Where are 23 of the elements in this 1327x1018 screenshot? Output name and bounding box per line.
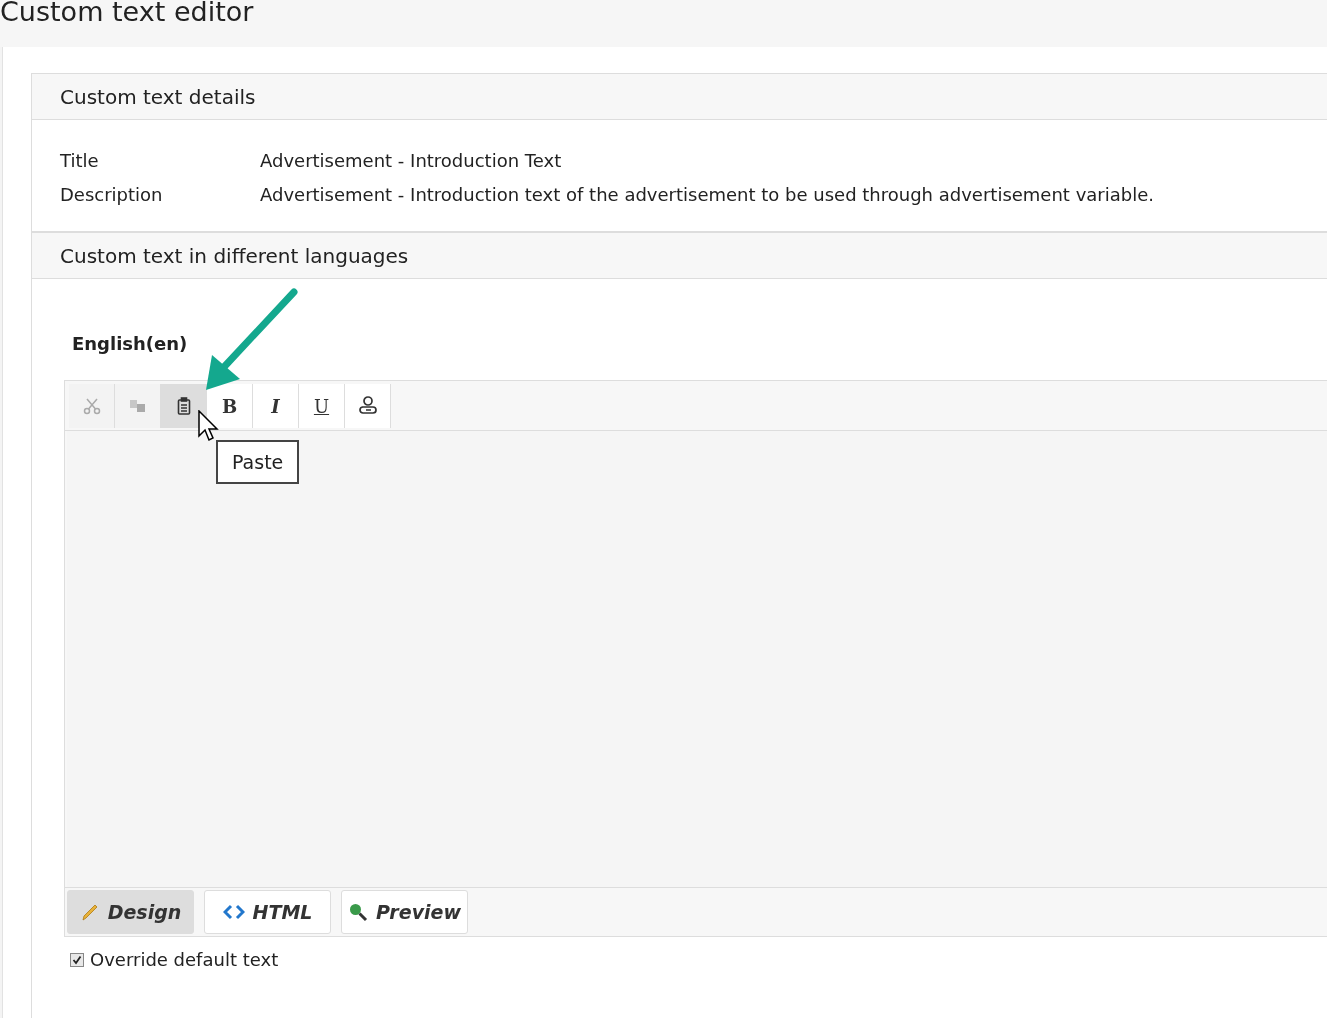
- italic-button[interactable]: I: [253, 384, 299, 428]
- section-heading: Custom text in different languages: [32, 233, 1327, 279]
- spell-button[interactable]: [345, 384, 391, 428]
- checkbox-label: Override default text: [90, 949, 279, 970]
- override-checkbox[interactable]: [70, 952, 84, 967]
- field-label: Title: [60, 150, 100, 171]
- underline-button[interactable]: U: [299, 384, 345, 428]
- magnifier-icon: [348, 902, 369, 922]
- scissors-icon: [81, 396, 102, 416]
- page-title: Custom text editor: [0, 0, 255, 27]
- tooltip: Paste: [216, 440, 300, 484]
- field-label: Description: [60, 184, 164, 205]
- preview-tab[interactable]: Preview: [341, 890, 468, 934]
- mouse-pointer-icon: [198, 410, 222, 444]
- field-value: Advertisement - Introduction text of the advertisement to be used through advertisement variable.: [260, 184, 1154, 205]
- language-label: English(en): [72, 333, 189, 354]
- design-tab[interactable]: Design: [67, 890, 194, 934]
- code-brackets-icon: [222, 904, 245, 920]
- field-value: Advertisement - Introduction Text: [260, 150, 562, 171]
- paste-button[interactable]: [161, 384, 207, 428]
- html-tab[interactable]: HTML: [204, 890, 331, 934]
- section-heading: Custom text details: [32, 74, 1327, 120]
- pencil-icon: [79, 902, 100, 922]
